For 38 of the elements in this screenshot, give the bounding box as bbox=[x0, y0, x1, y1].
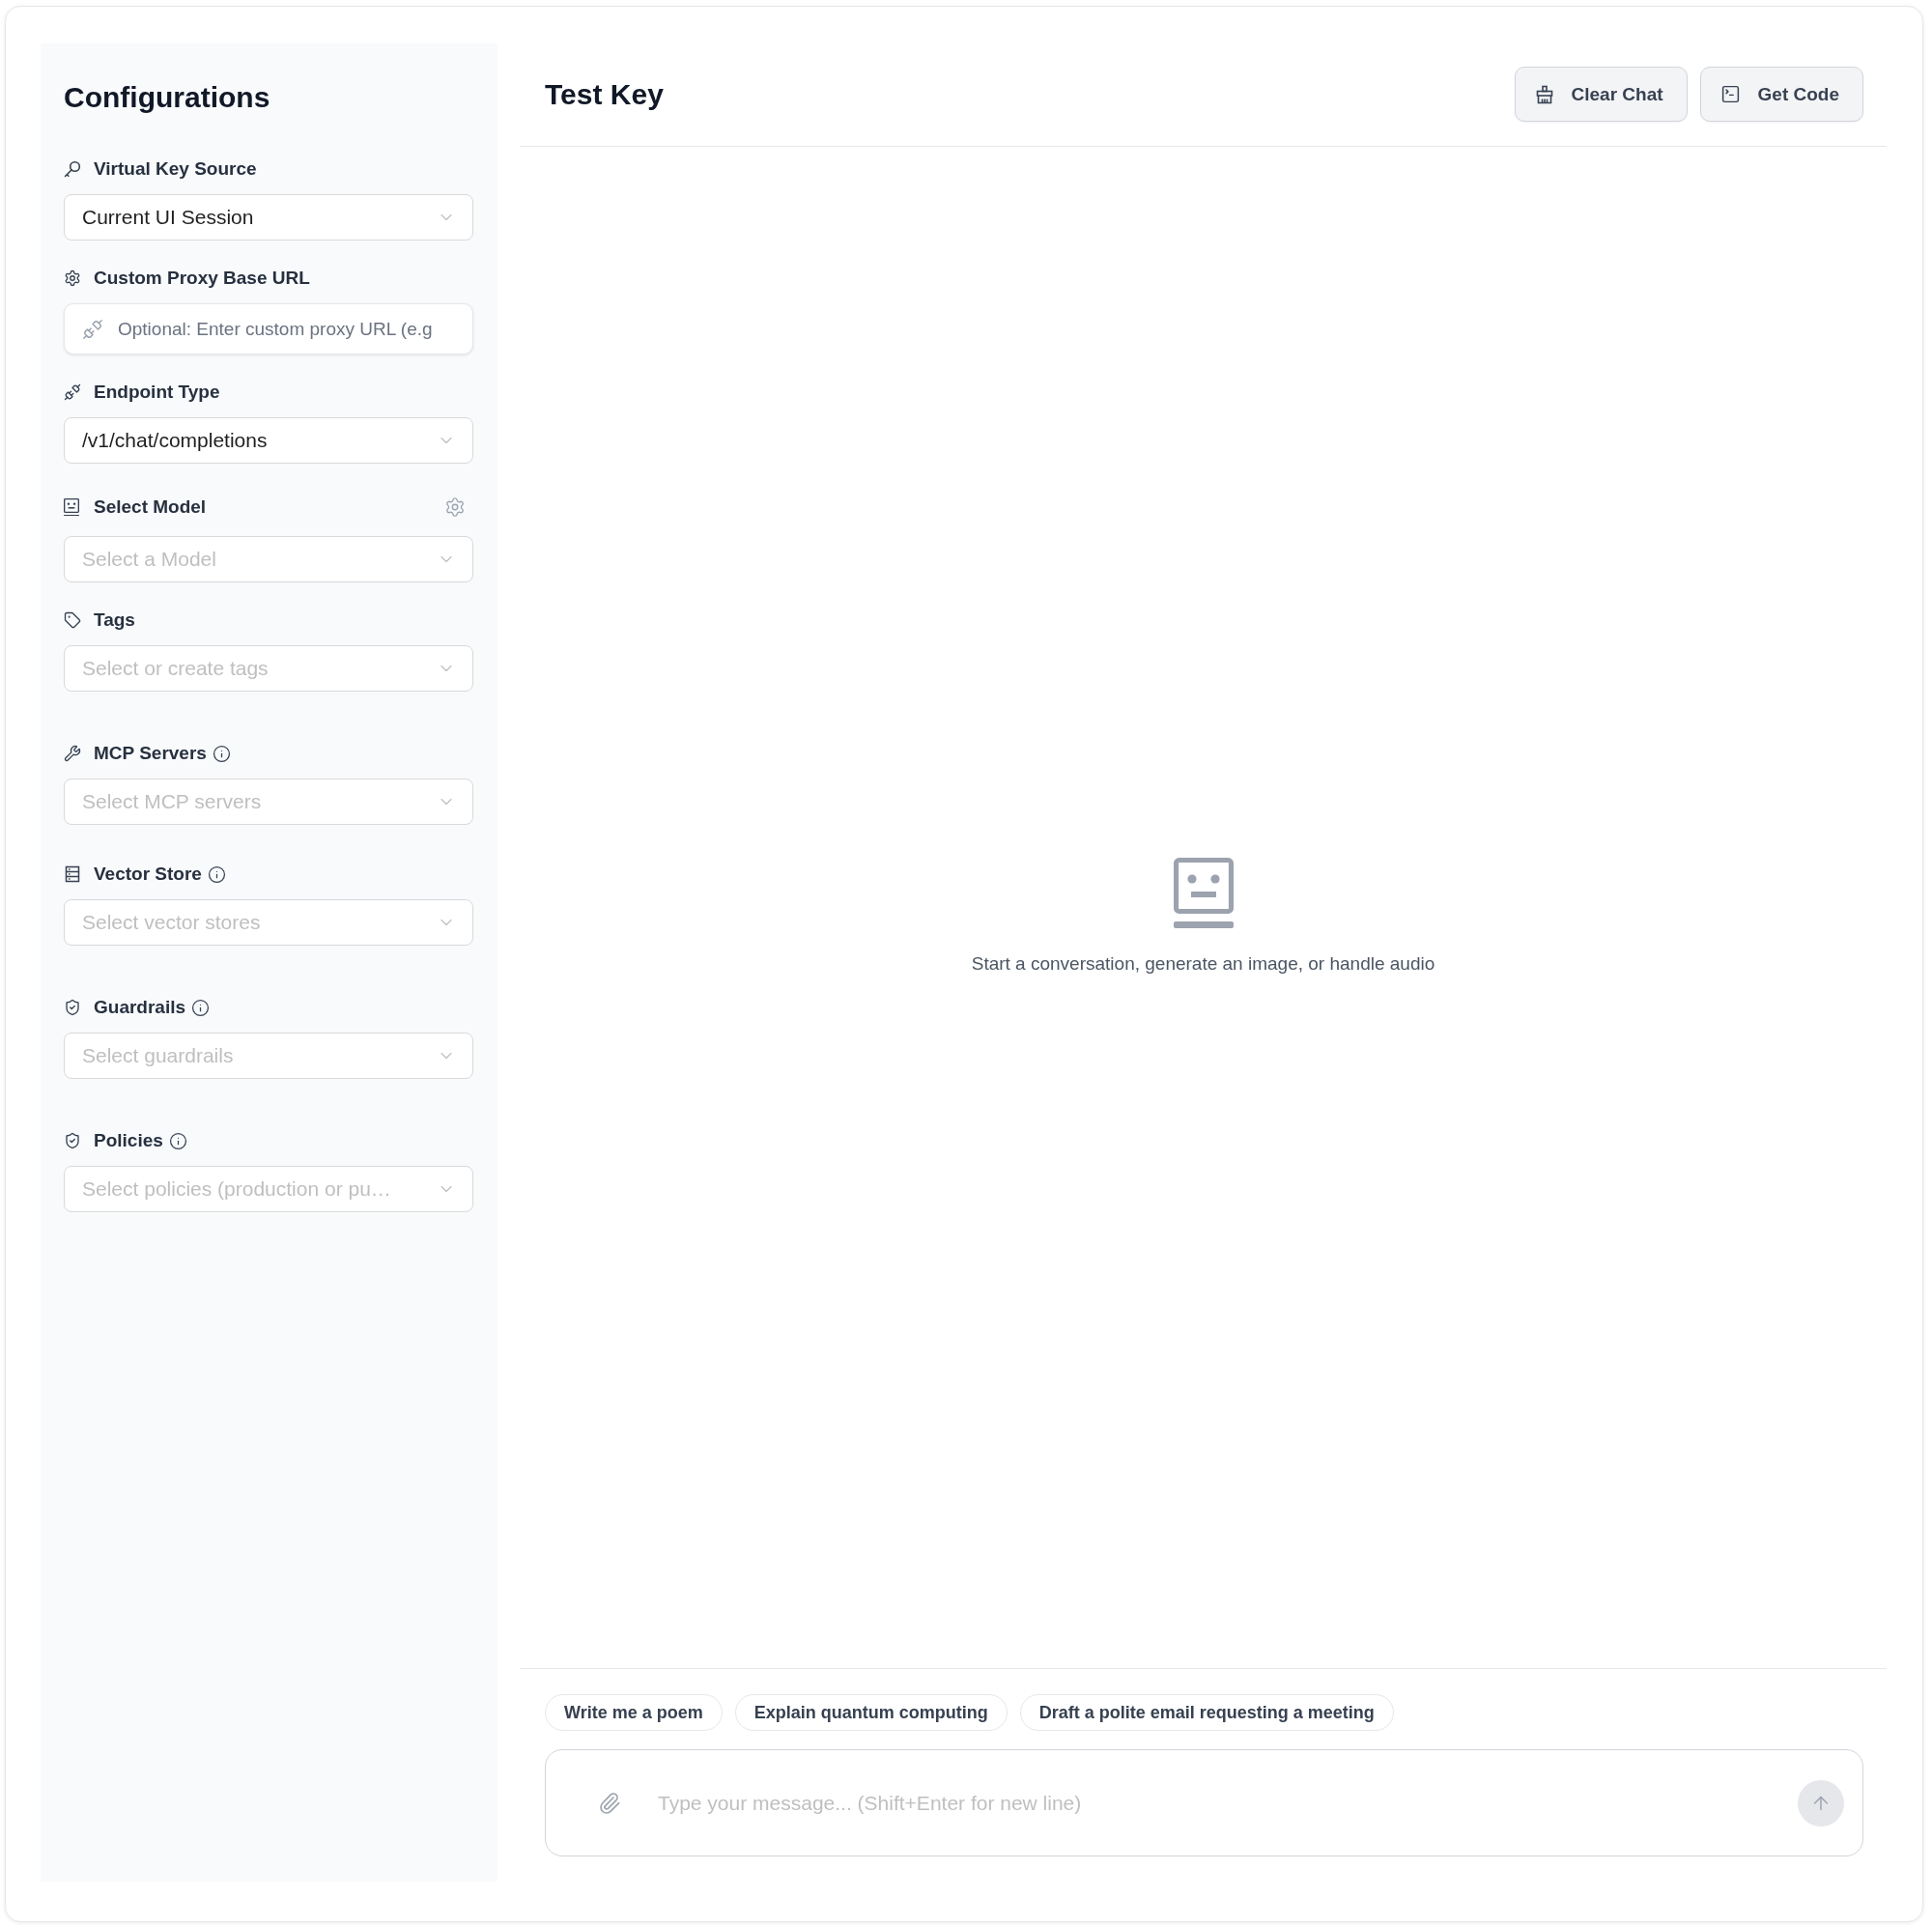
plug-icon bbox=[82, 318, 103, 340]
proxy-url-input[interactable]: Optional: Enter custom proxy URL (e.g bbox=[64, 303, 473, 354]
shield-check-icon bbox=[64, 1132, 81, 1149]
paperclip-icon bbox=[598, 1791, 621, 1815]
field-label: Select Model bbox=[94, 496, 207, 518]
field-label: Custom Proxy Base URL bbox=[94, 268, 310, 289]
dropdown-select[interactable]: Current UI Session bbox=[64, 194, 473, 241]
dropdown-select[interactable]: /v1/chat/completions bbox=[64, 417, 473, 464]
database-icon bbox=[64, 865, 81, 883]
info-icon[interactable] bbox=[207, 864, 226, 884]
info-icon[interactable] bbox=[212, 744, 231, 763]
suggestion-chip[interactable]: Explain quantum computing bbox=[734, 1694, 1008, 1731]
terminal-icon bbox=[1719, 84, 1741, 104]
empty-state-text: Start a conversation, generate an image, or handle audio bbox=[971, 953, 1435, 975]
field-label: Vector Store bbox=[94, 864, 202, 885]
field-label: Policies bbox=[94, 1130, 163, 1151]
field-label: Virtual Key Source bbox=[94, 158, 257, 180]
info-icon[interactable] bbox=[191, 998, 211, 1017]
tag-icon bbox=[64, 611, 81, 629]
suggestion-chip[interactable]: Draft a polite email requesting a meeting bbox=[1019, 1694, 1394, 1731]
clear-chat-button[interactable]: Clear Chat bbox=[1514, 67, 1688, 122]
suggestion-chip[interactable]: Write me a poem bbox=[545, 1694, 723, 1731]
robot-face-icon bbox=[1173, 858, 1234, 928]
shield-check-icon bbox=[64, 999, 81, 1016]
field-label: Tags bbox=[94, 609, 135, 631]
brush-icon bbox=[1534, 84, 1554, 104]
field-label: MCP Servers bbox=[94, 743, 207, 764]
field-label: Endpoint Type bbox=[94, 382, 220, 403]
info-icon[interactable] bbox=[168, 1131, 187, 1150]
get-code-button[interactable]: Get Code bbox=[1699, 67, 1863, 122]
field-label: Guardrails bbox=[94, 997, 186, 1018]
sidebar-title: Configurations bbox=[64, 80, 271, 115]
robot-face-icon bbox=[64, 497, 79, 517]
gear-icon bbox=[64, 269, 81, 287]
wrench-icon bbox=[64, 745, 81, 762]
plug-icon bbox=[64, 383, 81, 401]
key-icon bbox=[64, 160, 81, 178]
chat-title: Test Key bbox=[545, 76, 664, 112]
